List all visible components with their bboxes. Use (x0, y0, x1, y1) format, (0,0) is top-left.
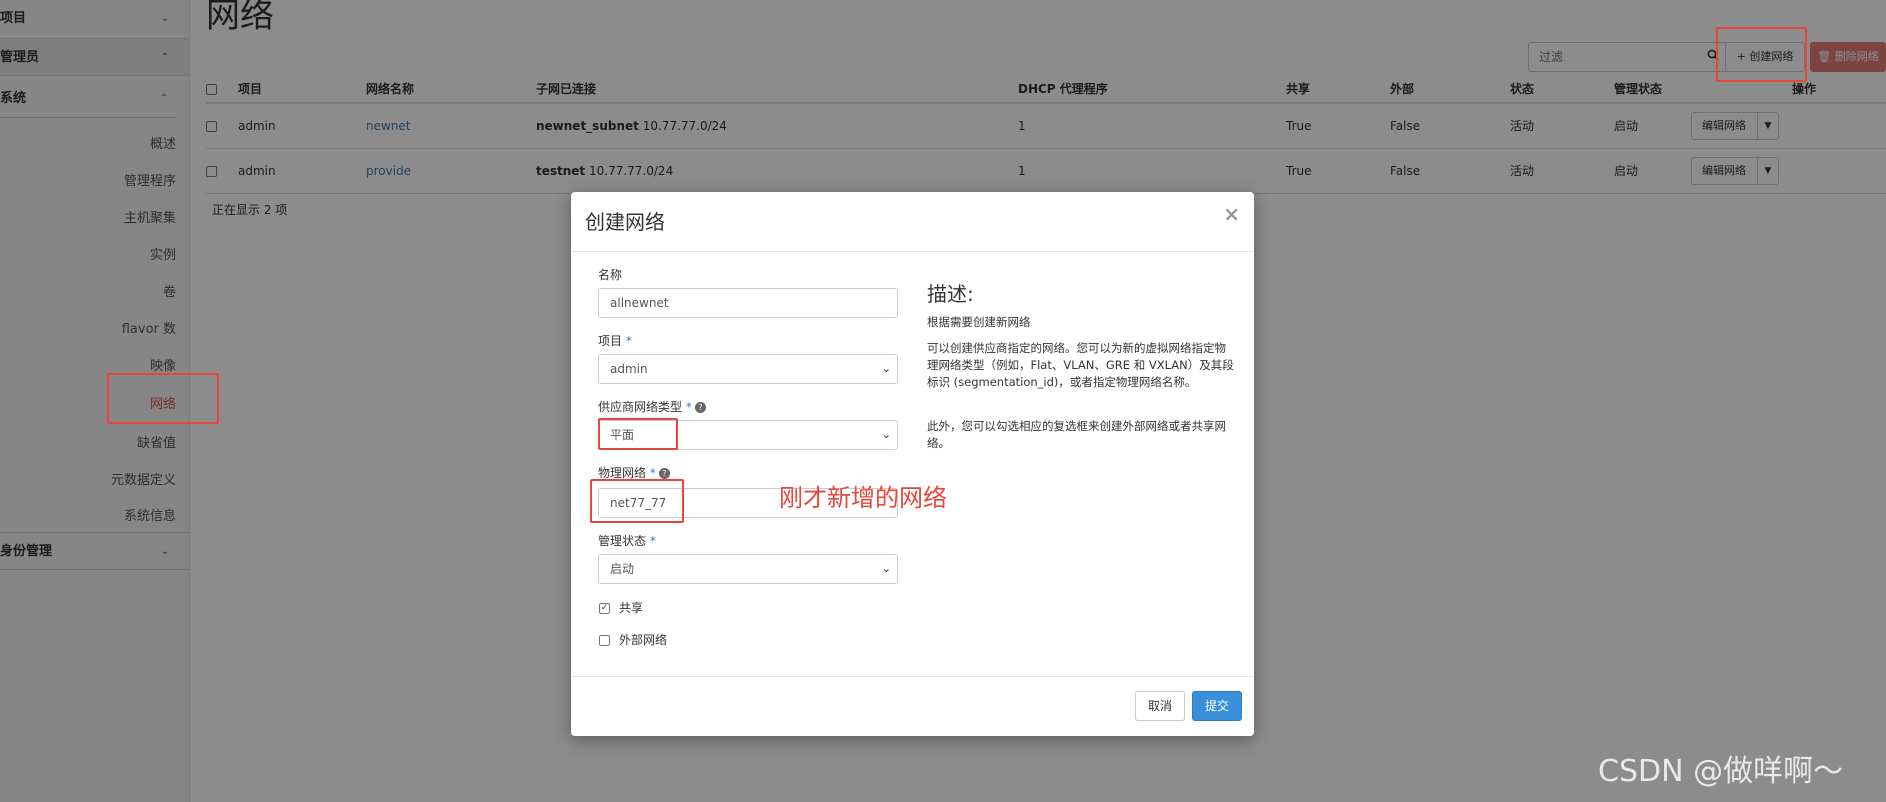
admin-state-value: 启动 (610, 562, 635, 576)
external-network-checkbox[interactable] (599, 635, 610, 646)
physical-network-label-text: 物理网络 (598, 466, 647, 480)
name-label: 名称 (598, 268, 623, 282)
annotation-box-physical-network (590, 479, 684, 523)
submit-button[interactable]: 提交 (1192, 691, 1242, 721)
project-label-text: 项目 (598, 334, 623, 348)
required-marker: * (685, 400, 692, 414)
watermark: CSDN @做咩啊～ (1598, 754, 1844, 789)
description-title: 描述: (927, 282, 974, 306)
provider-type-label: 供应商网络类型 *? (598, 398, 706, 415)
description-paragraph: 可以创建供应商指定的网络。您可以为新的虚拟网络指定物理网络类型（例如，Flat、… (927, 341, 1234, 389)
cancel-button[interactable]: 取消 (1135, 691, 1185, 721)
network-name-input[interactable]: allnewnet (598, 288, 898, 318)
chevron-down-icon: ⌄ (881, 362, 891, 375)
create-network-dialog: 创建网络 × 名称 allnewnet 项目 * admin ⌄ 供应商网络类型… (571, 192, 1254, 736)
description-paragraph: 此外，您可以勾选相应的复选框来创建外部网络或者共享网络。 (927, 419, 1226, 450)
shared-checkbox[interactable]: ✓ (599, 603, 610, 614)
required-marker: * (649, 466, 656, 480)
modal-header: 创建网络 × (571, 192, 1254, 252)
annotation-box-provider-type (598, 418, 678, 450)
chevron-down-icon: ⌄ (881, 562, 891, 575)
annotation-box-network-nav (107, 373, 219, 424)
admin-state-label-text: 管理状态 (598, 534, 647, 548)
help-icon[interactable]: ? (694, 402, 706, 413)
required-marker: * (625, 334, 632, 348)
required-marker: * (649, 534, 656, 548)
modal-title: 创建网络 (585, 210, 665, 234)
close-icon[interactable]: × (1223, 202, 1240, 226)
annotation-box-create-button (1716, 27, 1807, 82)
project-select-value: admin (610, 362, 648, 376)
project-select[interactable]: admin ⌄ (598, 354, 898, 384)
shared-label: 共享 (619, 601, 644, 615)
annotation-text: 刚才新增的网络 (779, 484, 947, 512)
chevron-down-icon: ⌄ (881, 428, 891, 441)
external-network-label: 外部网络 (619, 633, 668, 647)
admin-state-label: 管理状态 * (598, 532, 656, 549)
provider-type-label-text: 供应商网络类型 (598, 400, 683, 414)
description-paragraph: 根据需要创建新网络 (927, 315, 1031, 329)
help-icon[interactable]: ? (658, 468, 670, 479)
project-label: 项目 * (598, 332, 632, 349)
admin-state-select[interactable]: 启动 ⌄ (598, 554, 898, 584)
